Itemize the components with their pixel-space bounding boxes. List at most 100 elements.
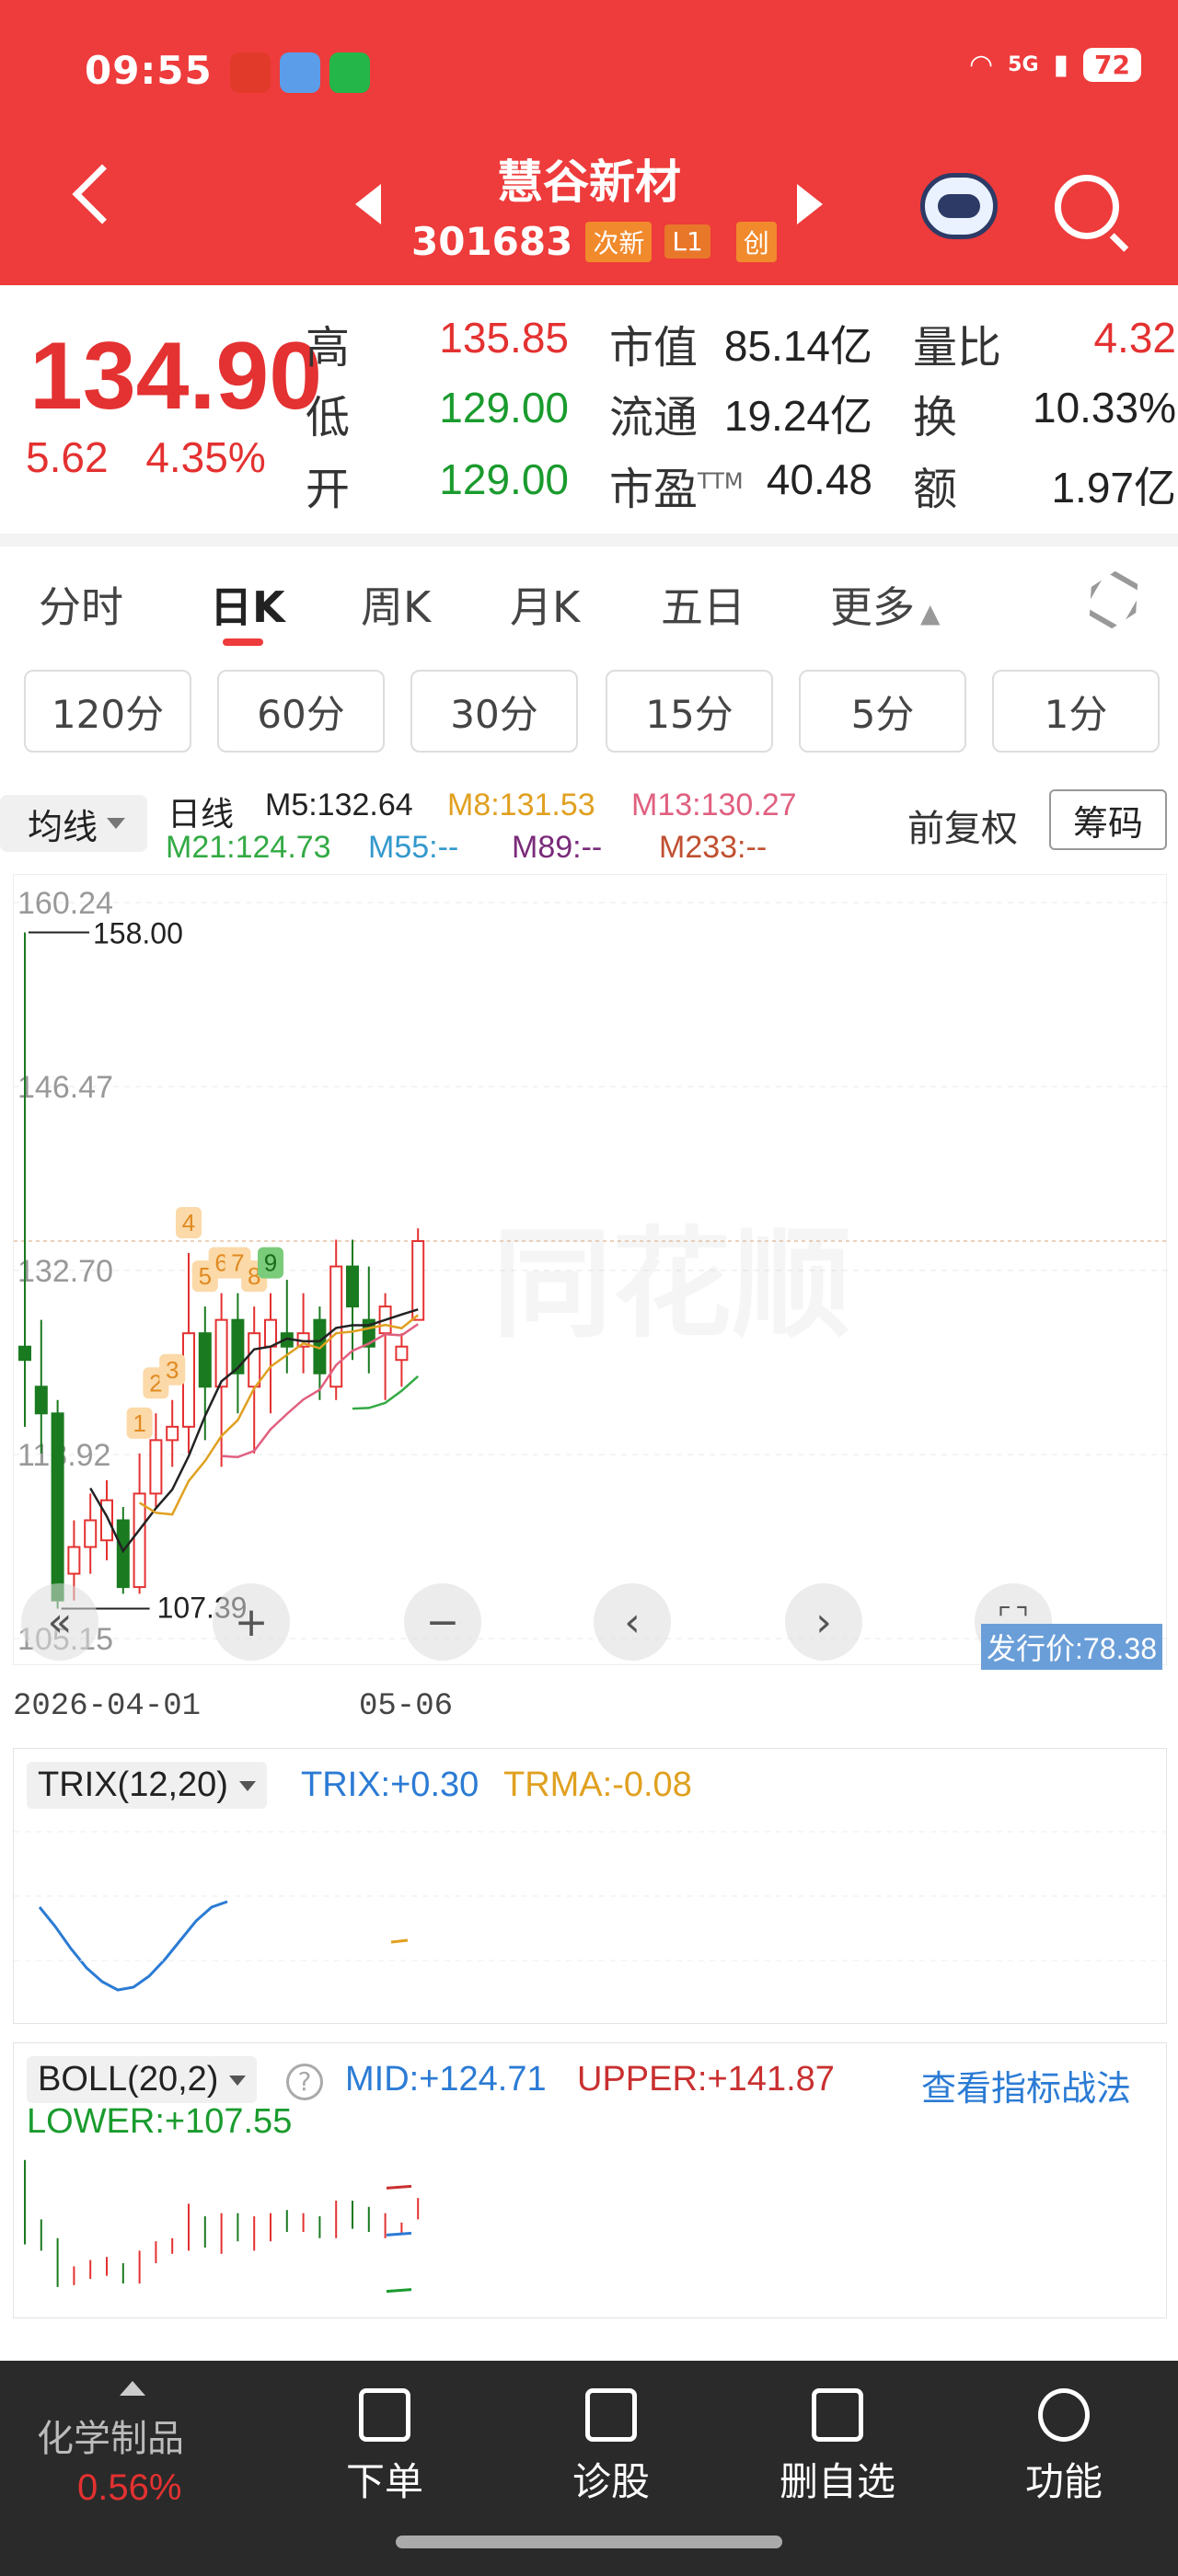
td-mark: 9 [264,1249,277,1277]
trix-panel: TRIX(12,20) TRIX:+0.30 TRMA:-0.08 [13,1748,1167,2024]
candle-body [51,1412,64,1602]
home-indicator[interactable] [396,2536,782,2548]
boll-band-line [386,2184,412,2190]
expand-up-icon[interactable] [120,2381,145,2396]
ma13-value: M13:130.27 [631,788,797,822]
tab-five-day[interactable]: 五日 [661,574,745,635]
function-button[interactable]: 功能 [981,2388,1147,2507]
candle-body [346,1265,359,1308]
current-price: 134.90 [29,323,323,430]
remove-watchlist-label: 删自选 [779,2459,895,2504]
header: 09:55 ◠ 5G ▮ 72 慧谷新材 301683 次新 L1 创 [0,0,1178,285]
ma5-value: M5:132.64 [265,788,413,822]
scroll-left-button[interactable]: ‹ [594,1583,671,1661]
interval-30min[interactable]: 30分 [410,670,578,753]
ma21-value: M21:124.73 [166,830,331,865]
candle-body [198,1332,212,1388]
ma55-value: M55:-- [368,830,459,865]
network-type: 5G [1008,53,1039,76]
turnover-value: 10.33% [1032,384,1176,431]
period-label: 日线 [167,795,235,833]
y-tick-label: 160.24 [17,886,113,921]
stock-code: 301683 [411,219,573,264]
trix-line [38,1900,228,1992]
y-tick-label: 132.70 [17,1254,113,1289]
interval-15min[interactable]: 15分 [606,670,773,753]
float-cap-value: 19.24亿 [723,392,872,440]
trix-svg [14,1831,1166,1992]
boll-svg [24,2159,420,2294]
signal-icon: ▮ [1053,49,1069,81]
watermark: 同花顺 [492,1214,852,1354]
market-cap-label: 市值 [609,322,699,374]
status-time: 09:55 [85,48,213,93]
tag-level: L1 [664,224,710,259]
candle-body [248,1332,261,1388]
scroll-start-button[interactable]: « [21,1583,98,1661]
tab-daily-k[interactable]: 日K [210,574,285,635]
search-icon[interactable] [1055,175,1119,239]
turnover-label: 换 [913,392,958,443]
ma8-line [138,1314,419,1516]
candle-body [264,1318,277,1348]
chip-distribution-button[interactable]: 筹码 [1049,789,1167,850]
app-notification-icon [230,52,271,93]
candle-body [34,1386,48,1415]
order-icon [359,2388,410,2442]
diagnose-button[interactable]: 诊股 [528,2388,694,2507]
tag-new: 次新 [585,221,653,262]
candle-body [133,1492,146,1589]
ma-legend: 均线 日线 M5:132.64 M8:131.53 M13:130.27 M21… [0,773,1178,874]
change-percent: 4.35% [145,433,266,481]
sector-change: 0.56% [77,2467,182,2508]
td-mark: 1 [133,1409,145,1437]
stock-detail-screen: 09:55 ◠ 5G ▮ 72 慧谷新材 301683 次新 L1 创 134.… [0,0,1178,2576]
ma89-value: M89:-- [512,830,603,865]
pe-label: 市盈TTM [609,464,744,515]
open-value: 129.00 [439,455,569,503]
candle-body [116,1519,130,1589]
interval-120min[interactable]: 120分 [24,670,191,753]
candle-body [166,1425,179,1442]
interval-5min[interactable]: 5分 [799,670,966,753]
zoom-in-button[interactable]: + [213,1583,290,1661]
status-right: ◠ 5G ▮ 72 [969,48,1141,82]
interval-1min[interactable]: 1分 [992,670,1160,753]
diagnose-icon [585,2388,637,2442]
open-label: 开 [306,464,351,515]
adjust-mode[interactable]: 前复权 [907,799,1018,852]
kline-chart[interactable]: 160.24146.47132.70118.92105.151234567891… [13,874,1168,1670]
candle-body [411,1239,425,1321]
candle-body [18,1345,31,1362]
tab-weekly-k[interactable]: 周K [361,574,431,635]
weather-app-icon [280,52,320,93]
tab-more[interactable]: 更多 ▲ [830,574,941,635]
candle-body [67,1546,81,1575]
order-button[interactable]: 下单 [302,2388,468,2507]
price-change: 5.62 4.35% [26,432,266,482]
status-app-icons [230,52,370,93]
remove-watchlist-button[interactable]: 删自选 [755,2388,920,2507]
scroll-right-button[interactable]: › [785,1583,862,1661]
function-label: 功能 [1024,2459,1103,2504]
boll-band-line [386,2288,412,2294]
candle-body [84,1519,98,1548]
td-mark: 4 [182,1209,195,1236]
assistant-robot-icon[interactable] [920,173,998,239]
message-app-icon [329,52,370,93]
boll-band-line [386,2231,412,2237]
ma-selector[interactable]: 均线 [0,795,147,852]
boll-panel: BOLL(20,2) ? MID:+124.71 UPPER:+141.87 查… [13,2042,1167,2318]
sector-name[interactable]: 化学制品 [37,2409,184,2462]
tab-intraday[interactable]: 分时 [39,574,123,635]
zoom-out-button[interactable]: − [404,1583,481,1661]
menu-icon [1038,2388,1090,2442]
pe-value: 40.48 [766,455,872,503]
interval-60min[interactable]: 60分 [217,670,385,753]
volume-ratio-value: 4.32 [1093,314,1176,362]
tab-monthly-k[interactable]: 月K [510,574,580,635]
market-cap-value: 85.14亿 [723,322,872,370]
ma233-value: M233:-- [659,830,768,865]
amount-value: 1.97亿 [1051,464,1176,512]
next-stock-icon[interactable] [797,184,823,224]
